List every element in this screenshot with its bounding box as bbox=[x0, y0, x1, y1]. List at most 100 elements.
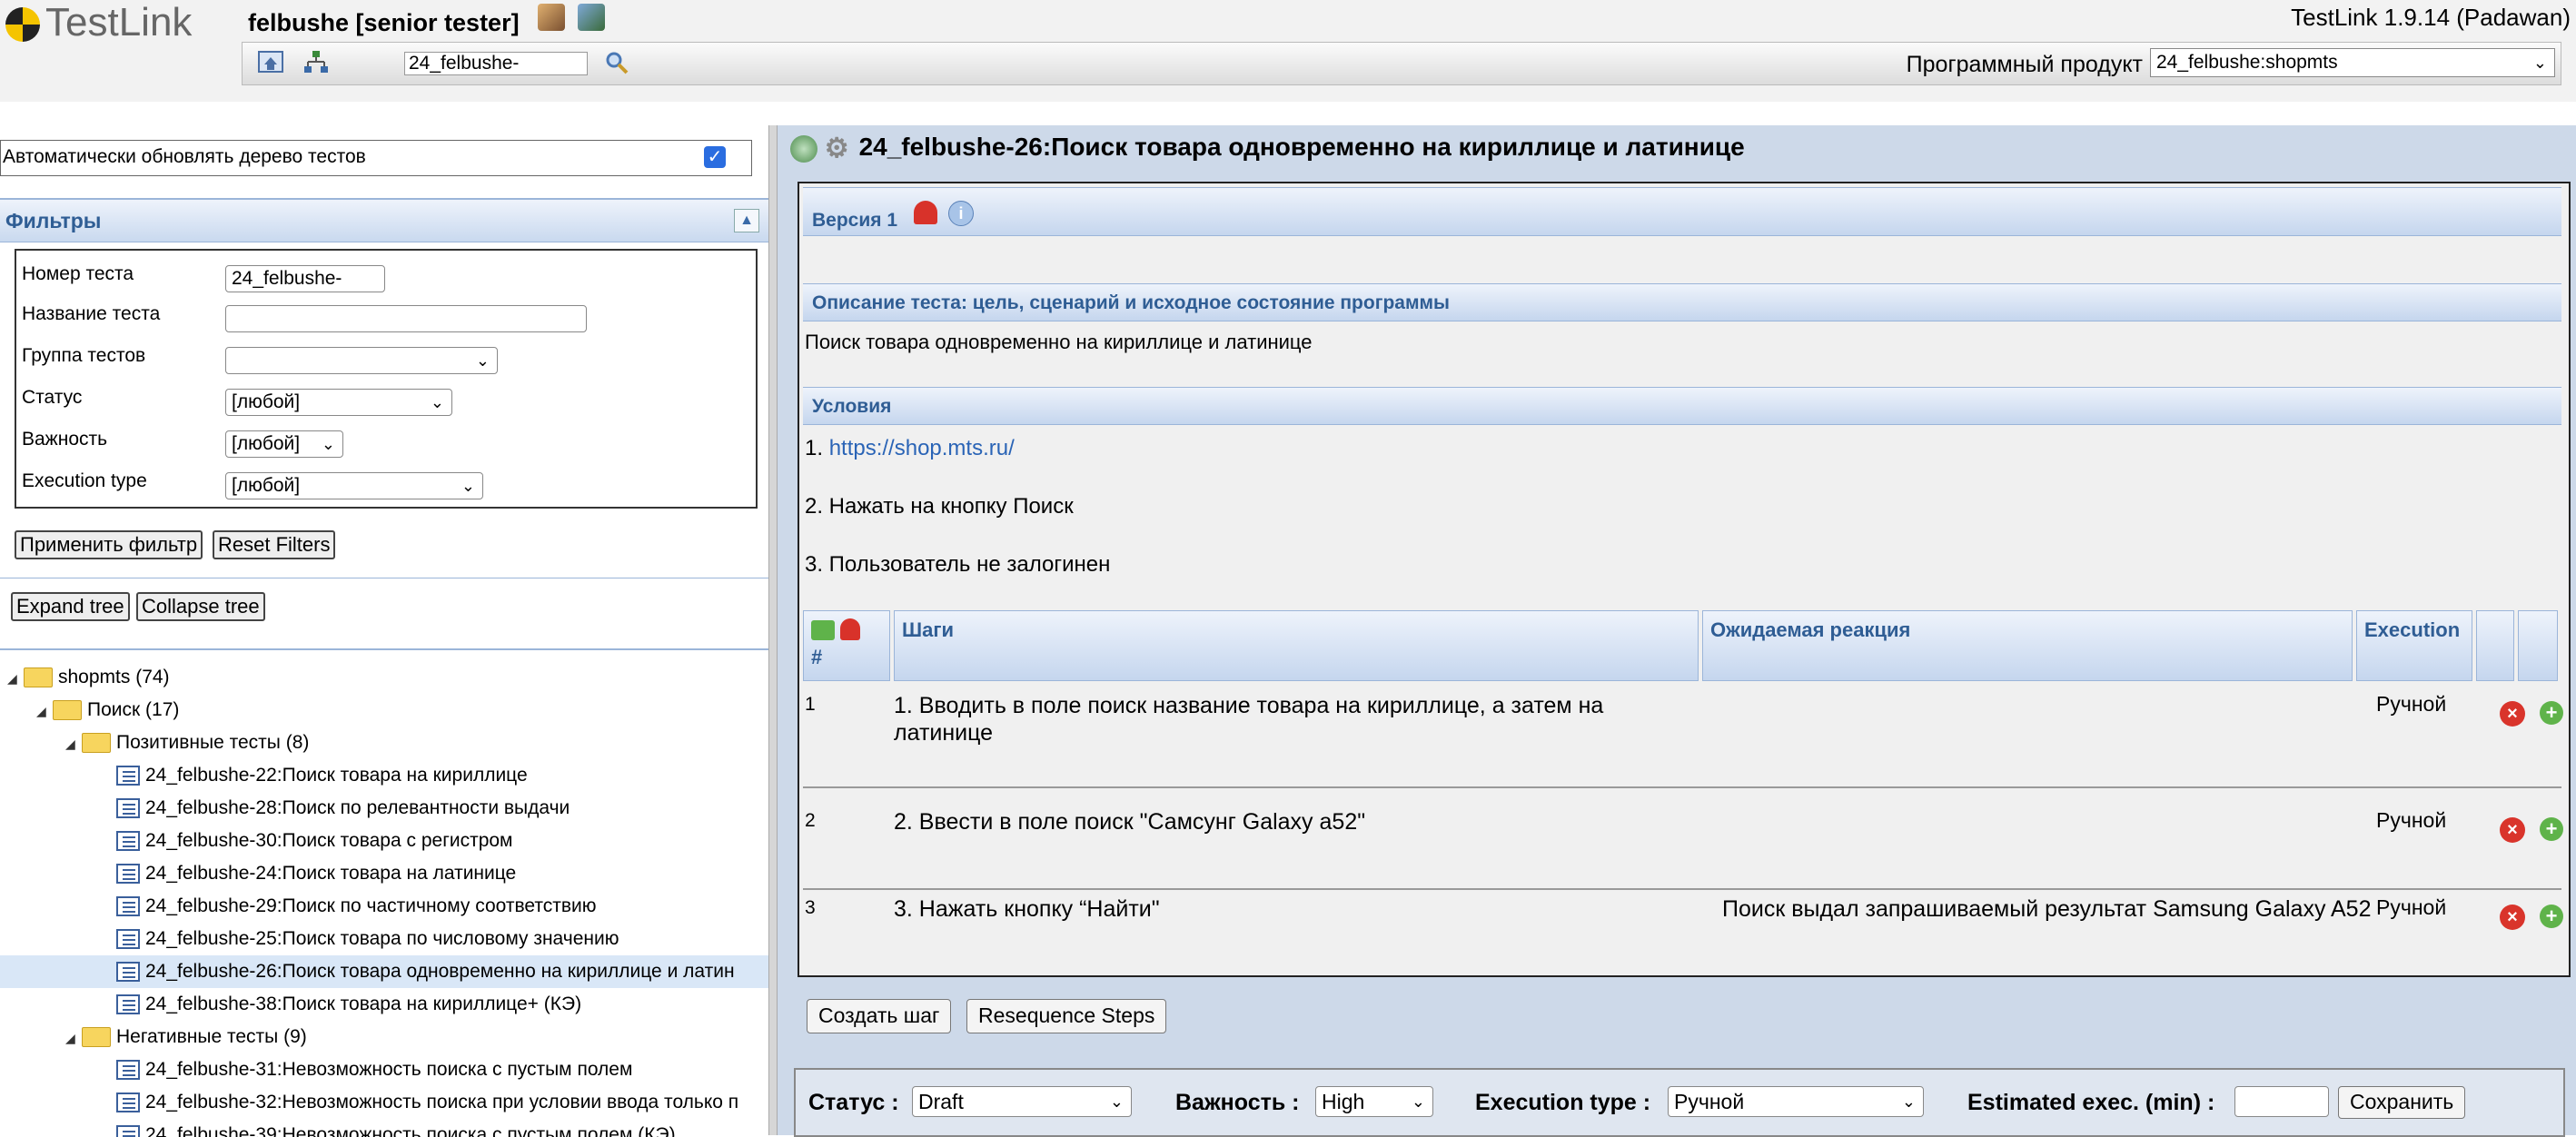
test-tree: ◢ shopmts (74) ◢ Поиск (17) ◢ Позитивные те… bbox=[0, 648, 768, 1137]
summary-text: Поиск товара одновременно на кириллице и… bbox=[805, 331, 1313, 353]
filter-importance-value: [любой] bbox=[232, 433, 301, 454]
step-expected[interactable]: Поиск выдал запрашиваемый результат Sams… bbox=[1722, 895, 2376, 923]
importance-select[interactable]: High ⌄ bbox=[1315, 1086, 1433, 1117]
summary-title: Описание теста: цель, сценарий и исходно… bbox=[812, 292, 1450, 313]
folder-icon bbox=[82, 1027, 111, 1048]
delete-step-icon[interactable]: × bbox=[2500, 905, 2525, 930]
tree-node[interactable]: 24_felbushe-32:Невозможность поиска при … bbox=[116, 1086, 738, 1119]
tree-node[interactable]: ◢ shopmts (74) bbox=[7, 661, 170, 694]
user-label: felbushe [senior tester] bbox=[248, 9, 520, 36]
step-execution: Ручной bbox=[2376, 895, 2447, 919]
expand-arrow-icon[interactable]: ◢ bbox=[65, 727, 82, 760]
step-row[interactable]: 2 2. Ввести в поле поиск "Самсунг Galaxy… bbox=[803, 801, 2563, 890]
tree-node-label: Позитивные тесты (8) bbox=[116, 732, 310, 753]
tree-node-label: 24_felbushe-22:Поиск товара на кириллице bbox=[145, 765, 528, 786]
tree-node[interactable]: ◢ Позитивные тесты (8) bbox=[65, 727, 309, 759]
settings-gear-icon[interactable]: ⚙ bbox=[825, 134, 852, 163]
delete-step-icon[interactable]: × bbox=[2500, 817, 2525, 843]
precondition-1-prefix: 1. bbox=[805, 436, 829, 460]
tree-node[interactable]: 24_felbushe-38:Поиск товара на кириллице… bbox=[116, 988, 581, 1021]
header-execution: Execution bbox=[2356, 610, 2472, 681]
tree-node[interactable]: 24_felbushe-25:Поиск товара по числовому… bbox=[116, 923, 619, 955]
filter-suite-select[interactable]: ⌄ bbox=[225, 347, 498, 374]
create-step-button[interactable]: Создать шаг bbox=[807, 999, 952, 1033]
estimated-input[interactable] bbox=[2234, 1086, 2329, 1117]
personal-settings-icon[interactable] bbox=[538, 4, 565, 31]
testcase-icon bbox=[116, 896, 140, 917]
expand-tree-button[interactable]: Expand tree bbox=[11, 592, 130, 621]
filter-importance-select[interactable]: [любой] ⌄ bbox=[225, 430, 343, 458]
apply-filter-button[interactable]: Применить фильтр bbox=[15, 530, 203, 559]
testcase-icon bbox=[116, 766, 140, 786]
product-select[interactable]: 24_felbushe:shopmts ⌄ bbox=[2150, 48, 2555, 77]
tree-node[interactable]: 24_felbushe-24:Поиск товара на латинице bbox=[116, 857, 516, 890]
filter-exec-type-select[interactable]: [любой] ⌄ bbox=[225, 472, 483, 499]
filters-header[interactable]: Фильтры ▲ bbox=[0, 198, 768, 242]
filter-label-importance: Важность bbox=[22, 429, 108, 450]
save-button[interactable]: Сохранить bbox=[2338, 1086, 2466, 1119]
ghost-icon[interactable] bbox=[914, 201, 937, 224]
filter-name-input[interactable] bbox=[225, 305, 587, 332]
tree-view-icon[interactable] bbox=[790, 134, 817, 163]
tree-node[interactable]: 24_felbushe-30:Поиск товара с регистром bbox=[116, 825, 513, 857]
step-text[interactable]: 1. Вводить в поле поиск название товара … bbox=[894, 692, 1675, 746]
ghost-icon[interactable] bbox=[840, 618, 861, 640]
panel-splitter[interactable] bbox=[768, 125, 778, 1135]
auto-refresh-checkbox[interactable]: ✓ bbox=[704, 146, 726, 168]
exec-type-select[interactable]: Ручной ⌄ bbox=[1668, 1086, 1924, 1117]
filter-id-input[interactable]: 24_felbushe- bbox=[225, 265, 385, 292]
filter-exec-type-value: [любой] bbox=[232, 475, 301, 496]
step-execution: Ручной bbox=[2376, 692, 2447, 716]
add-step-icon[interactable]: + bbox=[2540, 701, 2563, 725]
sitemap-icon[interactable] bbox=[302, 48, 330, 75]
preconditions-title: Условия bbox=[812, 396, 892, 417]
reset-filters-button[interactable]: Reset Filters bbox=[213, 530, 336, 559]
add-step-icon[interactable]: + bbox=[2540, 905, 2563, 928]
logout-icon[interactable] bbox=[578, 4, 605, 31]
testlink-logo[interactable]: TestLink bbox=[5, 0, 223, 47]
step-text[interactable]: 3. Нажать кнопку “Найти" bbox=[894, 895, 1675, 923]
search-icon[interactable] bbox=[604, 50, 629, 75]
tree-node[interactable]: ◢ Негативные тесты (9) bbox=[65, 1021, 307, 1053]
tree-node[interactable]: ◢ Поиск (17) bbox=[36, 694, 179, 727]
testcase-search-input[interactable]: 24_felbushe- bbox=[404, 52, 588, 75]
tree-node[interactable]: 24_felbushe-39:Невозможность поиска с пу… bbox=[116, 1119, 676, 1137]
filter-label-status: Статус bbox=[22, 387, 83, 408]
step-text[interactable]: 2. Ввести в поле поиск "Самсунг Galaxy a… bbox=[894, 808, 1675, 835]
testcase-icon bbox=[116, 864, 140, 885]
tree-node-label: shopmts (74) bbox=[58, 667, 170, 687]
info-icon[interactable]: i bbox=[948, 201, 974, 226]
header-num: # bbox=[803, 610, 890, 681]
reorder-icon[interactable] bbox=[811, 620, 835, 640]
tree-node-label: 24_felbushe-28:Поиск по релевантности вы… bbox=[145, 797, 570, 818]
expand-arrow-icon[interactable]: ◢ bbox=[36, 695, 53, 727]
tree-node[interactable]: 24_felbushe-28:Поиск по релевантности вы… bbox=[116, 792, 570, 825]
collapse-filters-icon[interactable]: ▲ bbox=[734, 209, 759, 232]
step-row[interactable]: 1 1. Вводить в поле поиск название товар… bbox=[803, 685, 2563, 788]
home-icon[interactable] bbox=[257, 48, 284, 75]
shop-link[interactable]: https://shop.mts.ru/ bbox=[829, 436, 1015, 460]
delete-step-icon[interactable]: × bbox=[2500, 701, 2525, 727]
tree-node[interactable]: 24_felbushe-31:Невозможность поиска с пу… bbox=[116, 1053, 632, 1086]
status-select[interactable]: Draft ⌄ bbox=[912, 1086, 1132, 1117]
tree-node-label: 24_felbushe-26:Поиск товара одновременно… bbox=[145, 961, 735, 982]
tree-node-label: Негативные тесты (9) bbox=[116, 1026, 307, 1047]
testcase-icon bbox=[116, 798, 140, 819]
step-number: 3 bbox=[805, 897, 816, 918]
header-expected: Ожидаемая реакция bbox=[1702, 610, 2353, 681]
tree-node[interactable]: 24_felbushe-22:Поиск товара на кириллице bbox=[116, 759, 528, 792]
chevron-down-icon: ⌄ bbox=[475, 351, 490, 370]
step-row[interactable]: 3 3. Нажать кнопку “Найти" Поиск выдал з… bbox=[803, 888, 2563, 970]
collapse-tree-button[interactable]: Collapse tree bbox=[136, 592, 265, 621]
testcase-icon bbox=[116, 1060, 140, 1081]
tree-node-selected[interactable]: 24_felbushe-26:Поиск товара одновременно… bbox=[0, 955, 768, 988]
filters-form: Номер теста 24_felbushe- Название теста … bbox=[15, 249, 758, 509]
expand-arrow-icon[interactable]: ◢ bbox=[65, 1022, 82, 1054]
tree-node[interactable]: 24_felbushe-29:Поиск по частичному соотв… bbox=[116, 890, 597, 923]
filter-status-select[interactable]: [любой] ⌄ bbox=[225, 389, 452, 416]
expand-arrow-icon[interactable]: ◢ bbox=[7, 662, 24, 695]
resequence-steps-button[interactable]: Resequence Steps bbox=[966, 999, 1167, 1033]
add-step-icon[interactable]: + bbox=[2540, 817, 2563, 841]
chevron-down-icon: ⌄ bbox=[1901, 1093, 1916, 1111]
filter-label-id: Номер теста bbox=[22, 263, 134, 284]
